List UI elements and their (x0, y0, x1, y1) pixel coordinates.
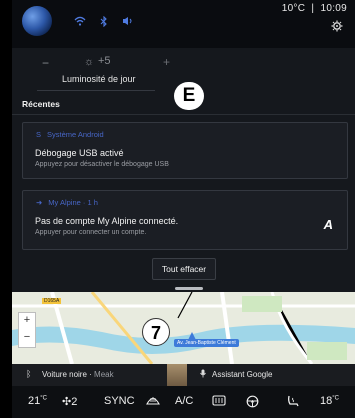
seat-heat-icon[interactable] (286, 395, 300, 410)
alpine-logo: A (323, 217, 333, 232)
left-bezel (0, 0, 12, 418)
status-readout: 10°C | 10:09 (281, 3, 347, 14)
map-canvas (12, 292, 355, 364)
notification-card-my-alpine[interactable]: ➜ My Alpine · 1 h Pas de compte My Alpine… (22, 190, 348, 250)
callout-marker-7: 7 (142, 318, 170, 346)
album-art (167, 364, 187, 386)
sync-button[interactable]: SYNC (104, 395, 135, 407)
brightness-control: − ☼ +5 + Luminosité de jour (32, 54, 182, 98)
steering-wheel-heat-icon[interactable] (246, 395, 259, 411)
brightness-label: Luminosité de jour (62, 74, 136, 84)
notification-app: ➜ My Alpine · 1 h (36, 198, 98, 207)
sun-icon: ☼ (84, 56, 95, 68)
bluetooth-icon: ᛒ (26, 369, 32, 379)
brightness-decrease-button[interactable]: − (42, 56, 49, 70)
clear-all-button[interactable]: Tout effacer (152, 258, 216, 280)
alpine-app-icon: ➜ (36, 198, 43, 207)
fan-speed[interactable]: ✣2 (62, 395, 77, 408)
now-playing: Voiture noire · Meak (42, 370, 114, 379)
rear-defrost-icon[interactable] (212, 395, 226, 409)
notification-subtitle: Appuyez pour désactiver le débogage USB (35, 161, 169, 168)
panel-drag-handle[interactable] (175, 287, 203, 290)
section-divider (12, 114, 355, 115)
notification-title: Pas de compte My Alpine connecté. (35, 216, 179, 226)
right-temperature[interactable]: 18°C (320, 395, 339, 407)
outside-temperature: 10°C (281, 3, 306, 14)
bluetooth-icon[interactable] (100, 15, 108, 30)
track-artist: Meak (94, 370, 114, 379)
notification-title: Débogage USB activé (35, 148, 124, 158)
notification-panel: − ☼ +5 + Luminosité de jour E Récentes S… (12, 48, 355, 292)
callout-marker-e: E (174, 82, 204, 110)
climate-bar: 21°C ✣2 SYNC A/C 18°C (12, 386, 355, 418)
brand-logo[interactable] (22, 6, 52, 36)
gear-icon[interactable] (331, 20, 343, 35)
android-system-icon: S (36, 130, 42, 139)
notification-subtitle: Appuyer pour connecter un compte. (35, 229, 147, 236)
windshield-defrost-icon[interactable] (146, 395, 160, 409)
status-bar: 10°C | 10:09 (12, 0, 355, 48)
clock: 10:09 (320, 3, 347, 14)
wifi-icon[interactable] (74, 16, 86, 29)
ac-button[interactable]: A/C (175, 395, 193, 407)
zoom-in-button[interactable]: + (19, 314, 35, 326)
navigation-map[interactable]: D165A + − 7 Av. Jean-Baptiste Clément (12, 292, 355, 364)
map-zoom-control: + − (18, 312, 36, 348)
track-title: Voiture noire (42, 370, 87, 379)
brightness-divider (37, 90, 155, 91)
notification-card-usb-debug[interactable]: S Système Android Débogage USB activé App… (22, 122, 348, 179)
fan-icon: ✣ (62, 396, 72, 408)
speaker-icon[interactable] (122, 16, 134, 29)
zoom-out-button[interactable]: − (19, 331, 35, 343)
current-street-label: Av. Jean-Baptiste Clément (174, 339, 239, 347)
recent-section-title: Récentes (22, 99, 60, 109)
left-temperature[interactable]: 21°C (28, 395, 47, 407)
brightness-increase-button[interactable]: + (163, 55, 170, 69)
brightness-value: +5 (98, 55, 111, 67)
notification-app: S Système Android (36, 130, 104, 139)
road-number-sign: D165A (42, 298, 62, 304)
media-bar[interactable]: ᛒ Voiture noire · Meak Assistant Google (12, 364, 355, 386)
google-assistant-button[interactable]: Assistant Google (212, 370, 272, 379)
microphone-icon[interactable] (200, 369, 206, 380)
